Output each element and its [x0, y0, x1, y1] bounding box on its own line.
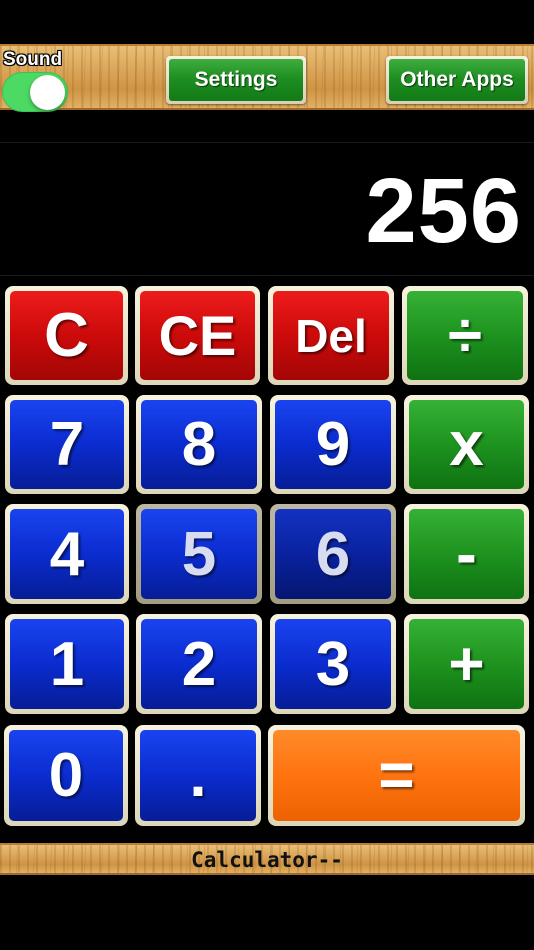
clear-entry-button[interactable]: CE — [135, 286, 260, 385]
digit-4-button[interactable]: 4 — [5, 504, 129, 604]
minus-button[interactable]: - — [404, 504, 529, 604]
equals-button[interactable]: = — [268, 725, 525, 826]
multiply-button[interactable]: x — [404, 395, 529, 494]
digit-5-button[interactable]: 5 — [136, 504, 262, 604]
toggle-knob — [30, 75, 65, 110]
keypad: C CE Del ÷ 7 8 9 x 4 5 6 - 1 2 3 + 0 . = — [0, 284, 534, 829]
plus-icon: + — [409, 619, 524, 709]
digit-9-label: 9 — [275, 400, 391, 489]
sound-toggle[interactable] — [2, 72, 68, 112]
minus-icon: - — [409, 509, 524, 599]
digit-3-label: 3 — [275, 619, 391, 709]
decimal-point-label: . — [140, 730, 256, 821]
digit-4-label: 4 — [10, 509, 124, 599]
display-value: 256 — [365, 160, 522, 262]
digit-6-label: 6 — [275, 509, 391, 599]
digit-0-label: 0 — [9, 730, 123, 821]
calculator-display: 256 — [0, 142, 534, 276]
digit-8-button[interactable]: 8 — [136, 395, 262, 494]
digit-3-button[interactable]: 3 — [270, 614, 396, 714]
plus-button[interactable]: + — [404, 614, 529, 714]
top-toolbar: Sound Settings Other Apps — [0, 44, 534, 112]
settings-button[interactable]: Settings — [166, 56, 306, 104]
digit-2-button[interactable]: 2 — [136, 614, 262, 714]
digit-0-button[interactable]: 0 — [4, 725, 128, 826]
decimal-point-button[interactable]: . — [135, 725, 261, 826]
footer-bar: Calculator-- — [0, 843, 534, 875]
digit-7-button[interactable]: 7 — [5, 395, 129, 494]
clear-entry-button-label: CE — [140, 291, 255, 380]
digit-8-label: 8 — [141, 400, 257, 489]
sound-label: Sound — [3, 49, 63, 70]
digit-6-button[interactable]: 6 — [270, 504, 396, 604]
divide-icon: ÷ — [407, 291, 523, 380]
settings-button-label: Settings — [169, 59, 303, 101]
digit-5-label: 5 — [141, 509, 257, 599]
app-title: Calculator-- — [191, 848, 343, 872]
delete-button[interactable]: Del — [268, 286, 394, 385]
digit-1-label: 1 — [10, 619, 124, 709]
clear-button-label: C — [10, 291, 123, 380]
divide-button[interactable]: ÷ — [402, 286, 528, 385]
digit-1-button[interactable]: 1 — [5, 614, 129, 714]
clear-button[interactable]: C — [5, 286, 128, 385]
digit-7-label: 7 — [10, 400, 124, 489]
multiply-icon: x — [409, 400, 524, 489]
delete-button-label: Del — [273, 291, 389, 380]
other-apps-button-label: Other Apps — [389, 59, 525, 101]
digit-2-label: 2 — [141, 619, 257, 709]
digit-9-button[interactable]: 9 — [270, 395, 396, 494]
other-apps-button[interactable]: Other Apps — [386, 56, 528, 104]
equals-icon: = — [273, 730, 520, 821]
